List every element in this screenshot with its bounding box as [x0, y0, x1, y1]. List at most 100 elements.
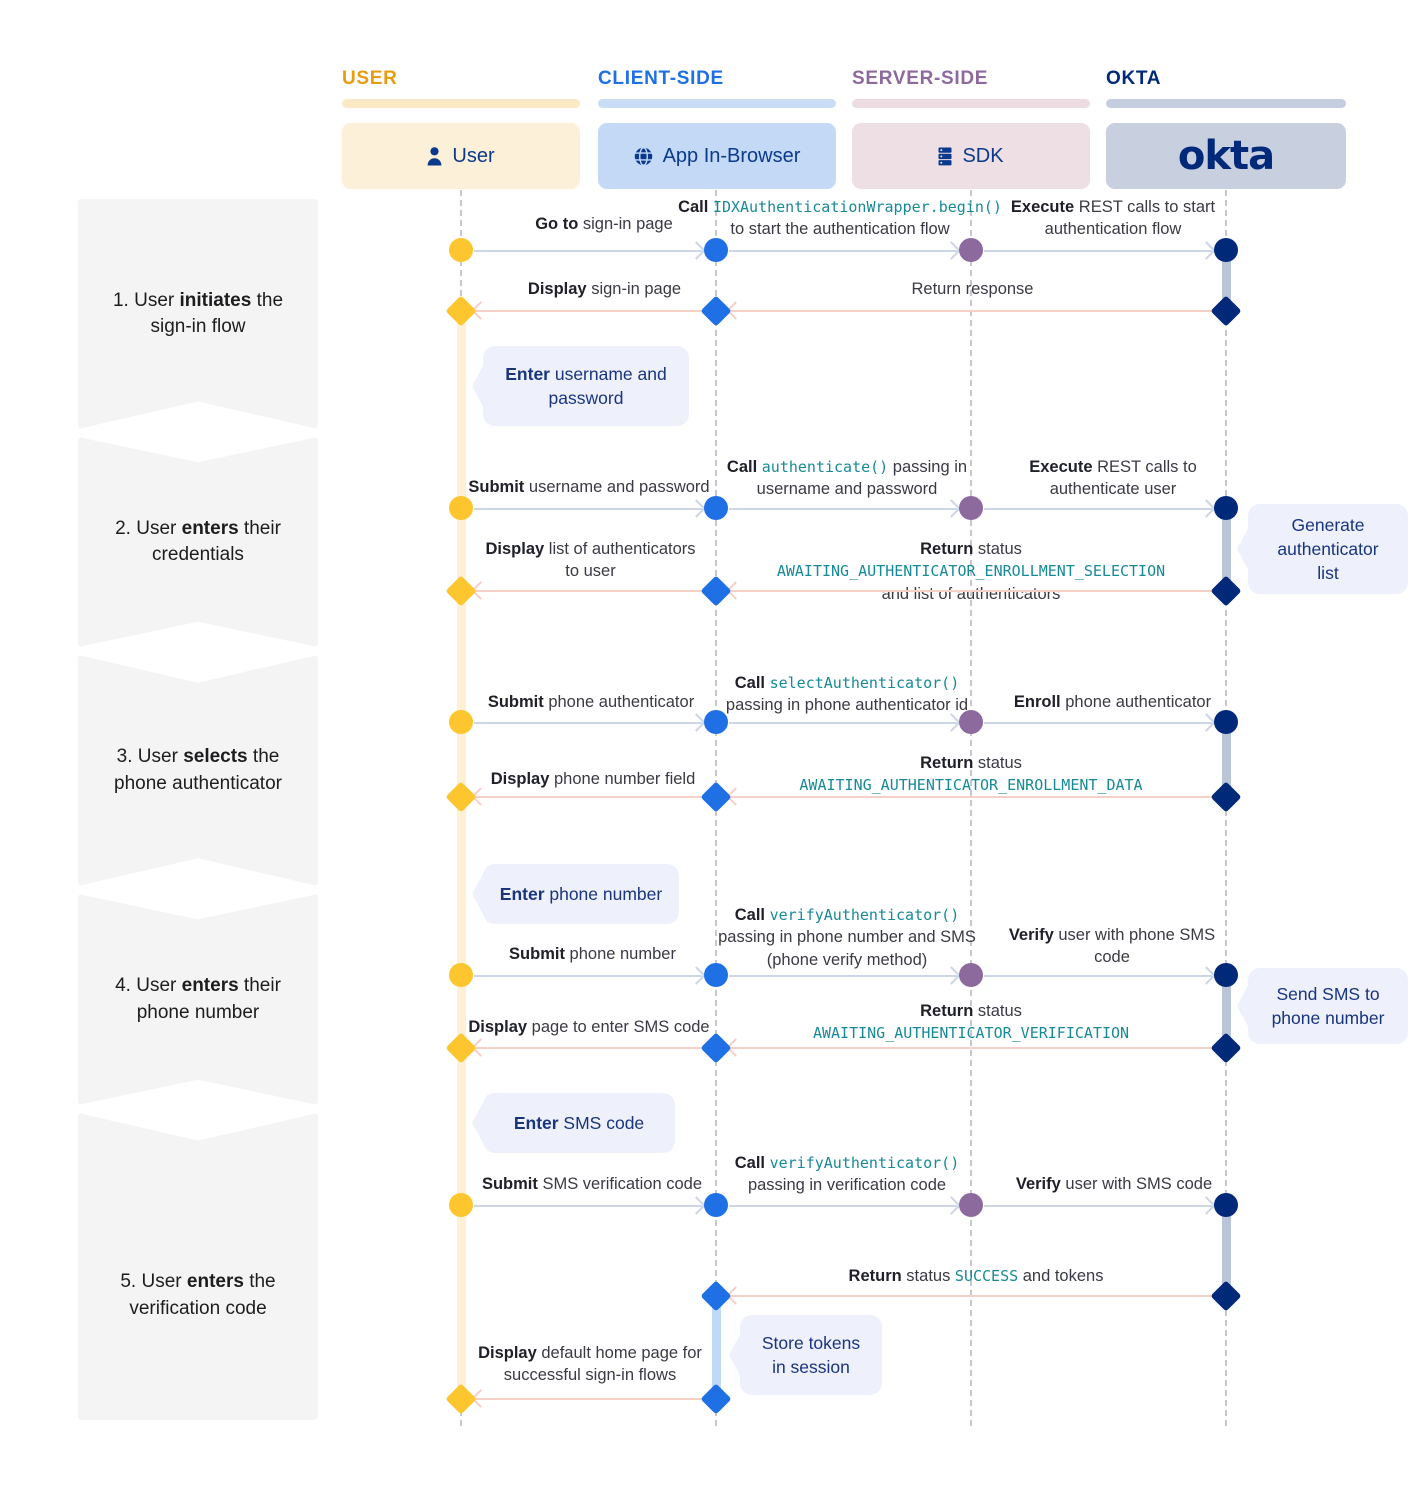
participant-client[interactable]: App In-Browser	[598, 123, 836, 189]
arrow-client-to-user-2	[471, 581, 702, 600]
activation-user	[457, 310, 466, 1408]
step-label-5: 5. User enters the verification code	[120, 1271, 276, 1319]
node-okta-7	[1214, 963, 1238, 987]
step-label-1: 1. User initiates the sign-in flow	[112, 289, 284, 337]
step-number: 5.	[120, 1271, 137, 1293]
arrow-head-icon	[1197, 966, 1216, 985]
arrow-head-icon	[942, 499, 961, 518]
step-label-2: 2. User enters their credentials	[115, 517, 281, 565]
arrow-client-to-user-3	[471, 787, 702, 806]
arrow-user-to-client-4	[474, 966, 706, 985]
message-submit-phone-number: Submit phone number	[509, 945, 676, 963]
arrow-user-to-client-3	[474, 713, 706, 732]
arrow-okta-to-client-2	[726, 581, 1212, 600]
arrow-head-icon	[942, 1196, 961, 1215]
node-server-5	[959, 1193, 983, 1217]
message-execute-rest-2: Execute REST calls to authenticate user	[1029, 458, 1197, 499]
sequence-diagram-root: 1. User initiates the sign-in flow 2. Us…	[0, 0, 1424, 1490]
node-client-10	[700, 1280, 732, 1312]
callout-notch-icon	[472, 1094, 488, 1152]
arrow-server-to-okta-2	[984, 499, 1216, 518]
node-client-5	[704, 710, 728, 734]
lane-title-user: USER	[342, 68, 398, 89]
arrow-head-icon	[687, 499, 706, 518]
callout-enter-username-password: Enter username and password	[472, 346, 689, 426]
node-okta-10	[1210, 1280, 1242, 1312]
arrow-head-icon	[1197, 1196, 1216, 1215]
arrow-server-to-okta-3	[984, 713, 1216, 732]
node-client-11	[700, 1383, 732, 1415]
node-server-2	[959, 496, 983, 520]
node-user-10	[445, 1383, 477, 1415]
message-return-response: Return response	[911, 280, 1034, 298]
arrow-client-to-user-5	[471, 1389, 702, 1408]
step-number: 3.	[116, 746, 133, 768]
message-call-begin: Call IDXAuthenticationWrapper.begin() to …	[678, 198, 1002, 239]
lane-title-server: SERVER-SIDE	[852, 68, 989, 89]
lane-title-client: CLIENT-SIDE	[598, 68, 724, 89]
participant-server[interactable]: SDK	[852, 123, 1090, 189]
callout-notch-icon	[472, 865, 488, 923]
callout-generate-authenticator-list: Generate authenticator list	[1237, 504, 1408, 594]
message-return-awaiting-enrollment-data: Return status AWAITING_AUTHENTICATOR_ENRO…	[799, 754, 1143, 795]
arrow-user-to-client-2	[474, 499, 706, 518]
message-call-verify-authenticator-phone: Call verifyAuthenticator() passing in pho…	[718, 906, 976, 969]
participant-okta[interactable]: okta	[1106, 123, 1346, 189]
arrow-client-to-user-1	[471, 301, 702, 320]
node-client-7	[704, 963, 728, 987]
lane-bar-client	[598, 99, 836, 108]
arrow-client-to-server-2	[729, 499, 961, 518]
step-label-4: 4. User enters their phone number	[115, 975, 281, 1023]
arrow-okta-to-client-1	[726, 301, 1212, 320]
arrow-user-to-client-1	[474, 241, 706, 260]
node-client-6	[700, 781, 732, 813]
arrow-client-to-server-3	[729, 713, 961, 732]
lane-bar-server	[852, 99, 1090, 108]
node-user-3	[449, 496, 473, 520]
message-call-authenticate: Call authenticate() passing in username a…	[726, 458, 968, 499]
node-user-1	[449, 238, 473, 262]
node-okta-6	[1210, 781, 1242, 813]
node-client-3	[704, 496, 728, 520]
globe-icon	[634, 146, 653, 166]
participant-label-user: User	[452, 144, 495, 167]
message-return-awaiting-verification: Return status AWAITING_AUTHENTICATOR_VERI…	[812, 1002, 1130, 1043]
node-okta-1	[1214, 238, 1238, 262]
message-display-sms-page: Display page to enter SMS code	[468, 1018, 710, 1036]
arrow-head-icon	[1197, 241, 1216, 260]
node-okta-4	[1210, 575, 1242, 607]
participant-label-server: SDK	[962, 144, 1004, 167]
arrow-client-to-server-4	[729, 966, 961, 985]
arrow-head-icon	[1197, 713, 1216, 732]
callout-send-sms: Send SMS to phone number	[1237, 968, 1408, 1044]
arrow-okta-to-client-4	[726, 1038, 1212, 1057]
node-okta-9	[1214, 1193, 1238, 1217]
step-block-2: 2. User enters their credentials	[78, 437, 318, 647]
node-client-4	[700, 575, 732, 607]
step-block-3: 3. User selects the phone authenticator	[78, 655, 318, 886]
message-enroll-phone-authenticator: Enroll phone authenticator	[1013, 693, 1212, 711]
node-server-1	[959, 238, 983, 262]
node-okta-8	[1210, 1032, 1242, 1064]
arrow-client-to-server-1	[729, 241, 961, 260]
message-submit-sms-code: Submit SMS verification code	[481, 1175, 703, 1193]
message-display-phone-field: Display phone number field	[490, 770, 696, 788]
node-user-7	[449, 963, 473, 987]
node-server-3	[959, 710, 983, 734]
callout-notch-icon	[729, 1326, 745, 1384]
message-submit-credentials: Submit username and password	[468, 478, 710, 496]
callout-notch-icon	[1237, 977, 1253, 1035]
message-display-authenticators: Display list of authenticators to user	[485, 540, 696, 581]
participant-user[interactable]: User	[342, 123, 580, 189]
node-okta-5	[1214, 710, 1238, 734]
arrow-head-icon	[1197, 499, 1216, 518]
node-client-1	[704, 238, 728, 262]
message-execute-rest-1: Execute REST calls to start authenticati…	[1010, 198, 1216, 239]
arrow-user-to-client-5	[474, 1196, 706, 1215]
message-submit-phone-authenticator: Submit phone authenticator	[487, 693, 695, 711]
node-client-9	[704, 1193, 728, 1217]
arrow-okta-to-client-3	[726, 787, 1212, 806]
step-block-1: 1. User initiates the sign-in flow	[78, 199, 318, 429]
arrow-server-to-okta-5	[984, 1196, 1216, 1215]
arrow-head-icon	[942, 241, 961, 260]
